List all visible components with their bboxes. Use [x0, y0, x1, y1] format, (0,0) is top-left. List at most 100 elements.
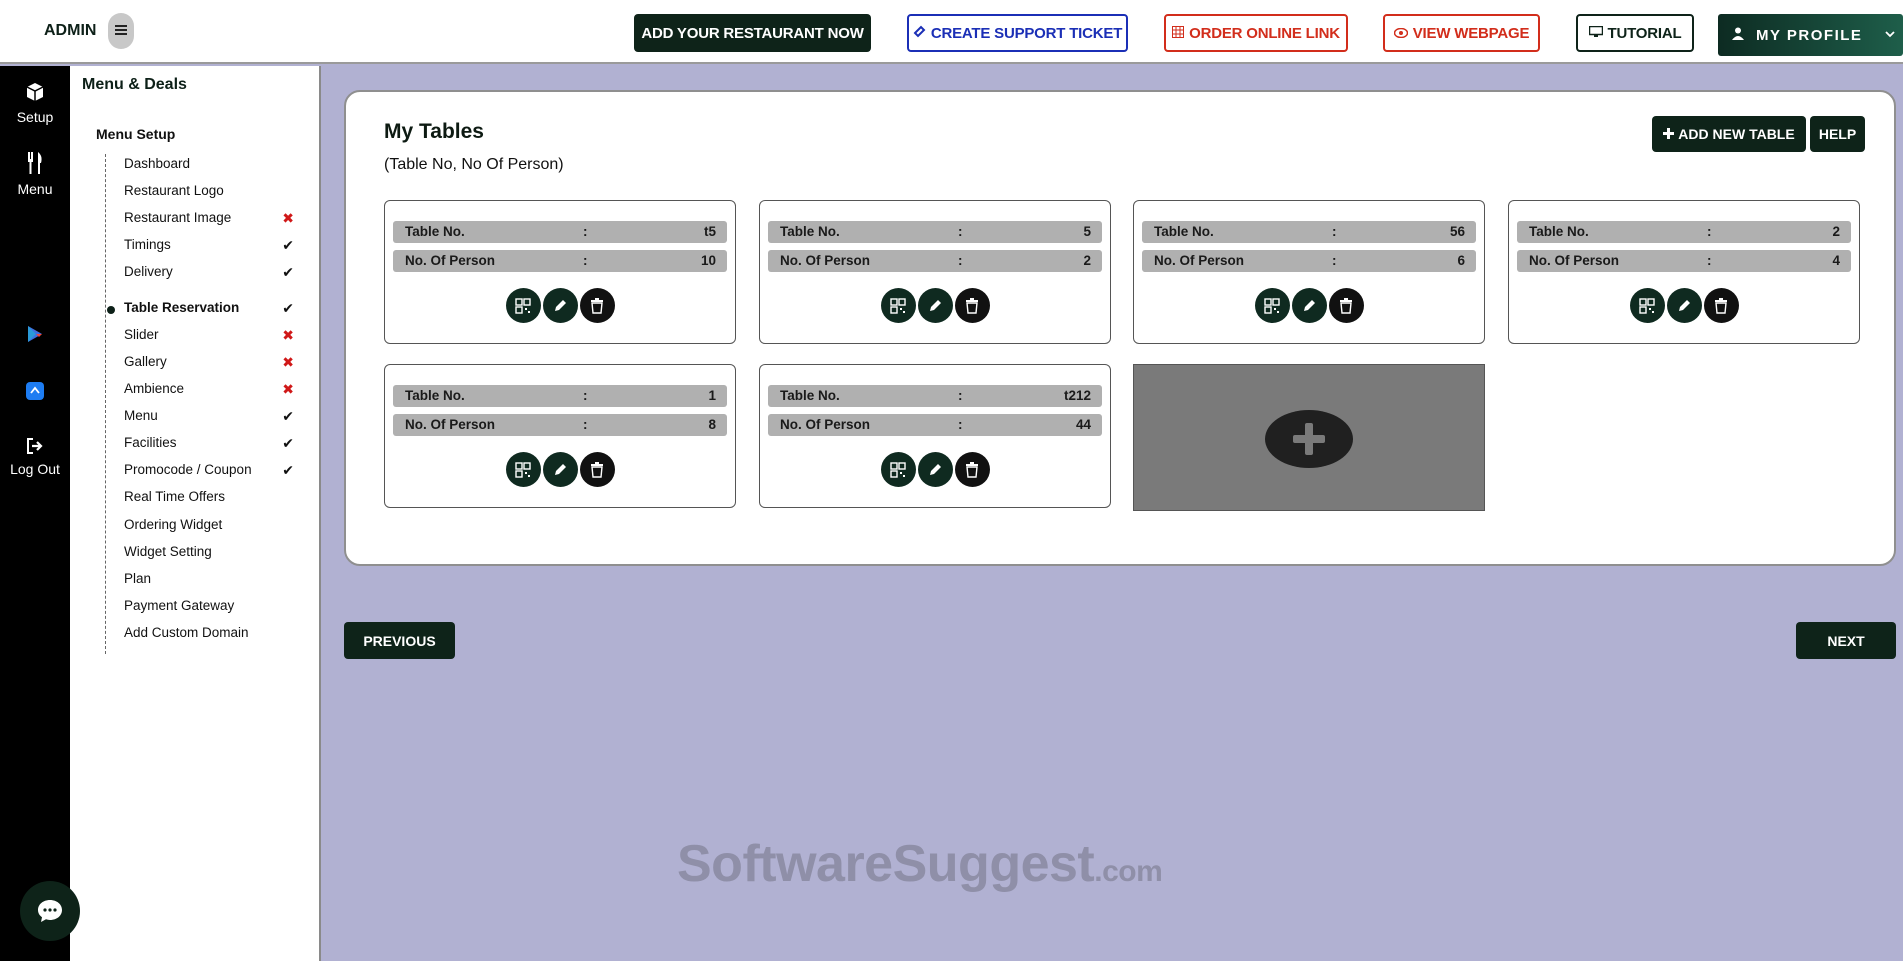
edit-button[interactable]: [1291, 288, 1327, 323]
separator: :: [1332, 253, 1337, 268]
separator: :: [583, 417, 588, 432]
sidebar-item-restaurant-image[interactable]: Restaurant Image ✖: [124, 208, 314, 228]
table-tile: Table No.: 56 No. Of Person: 6: [1133, 200, 1485, 344]
sidebar-item-label: Ordering Widget: [124, 517, 223, 532]
tile-actions: [385, 288, 735, 323]
hamburger-menu-button[interactable]: [108, 13, 134, 49]
sidebar-item-widget-setting[interactable]: Widget Setting: [124, 542, 314, 562]
sidebar-item-ordering-widget[interactable]: Ordering Widget: [124, 515, 314, 535]
view-webpage-button[interactable]: VIEW WEBPAGE: [1383, 14, 1540, 52]
chat-button[interactable]: [20, 881, 80, 941]
sidebar-title: Menu & Deals: [82, 76, 187, 93]
table-no-row: Table No.: 1: [393, 385, 727, 407]
persons-value: 4: [1832, 253, 1840, 268]
delete-button[interactable]: [1703, 288, 1739, 323]
delete-button[interactable]: [579, 452, 615, 487]
sidebar-item-ambience[interactable]: Ambience ✖: [124, 379, 314, 399]
tile-actions: [1509, 288, 1859, 323]
status-x-icon: ✖: [282, 210, 294, 226]
create-support-ticket-button[interactable]: CREATE SUPPORT TICKET: [907, 14, 1128, 52]
sidebar-item-label: Delivery: [124, 264, 173, 279]
separator: :: [583, 253, 588, 268]
sidebar-item-facilities[interactable]: Facilities ✔: [124, 433, 314, 453]
add-restaurant-label: ADD YOUR RESTAURANT NOW: [641, 24, 864, 42]
add-restaurant-button[interactable]: ADD YOUR RESTAURANT NOW: [634, 14, 871, 52]
qr-code-button[interactable]: [880, 452, 916, 487]
rail-setup[interactable]: Setup: [0, 82, 70, 125]
status-check-icon: ✔: [282, 264, 294, 280]
edit-button[interactable]: [917, 288, 953, 323]
qr-code-button[interactable]: [1254, 288, 1290, 323]
my-profile-button[interactable]: MY PROFILE: [1718, 14, 1903, 56]
sidebar-item-add-custom-domain[interactable]: Add Custom Domain: [124, 623, 314, 643]
sidebar-item-label: Menu: [124, 408, 158, 423]
qr-code-icon: [1264, 297, 1280, 314]
separator: :: [958, 253, 963, 268]
qr-code-button[interactable]: [1629, 288, 1665, 323]
trash-icon: [1340, 297, 1352, 314]
rail-logout[interactable]: Log Out: [0, 438, 70, 477]
edit-button[interactable]: [542, 288, 578, 323]
sidebar-item-plan[interactable]: Plan: [124, 569, 314, 589]
pencil-icon: [555, 463, 566, 475]
sidebar-section-title: Menu Setup: [96, 126, 176, 142]
next-button[interactable]: NEXT: [1796, 622, 1896, 659]
help-button[interactable]: HELP: [1810, 116, 1865, 152]
sidebar-item-gallery[interactable]: Gallery ✖: [124, 352, 314, 372]
sidebar-item-real-time-offers[interactable]: Real Time Offers: [124, 487, 314, 507]
support-ticket-label: CREATE SUPPORT TICKET: [930, 24, 1123, 42]
persons-label: No. Of Person: [405, 417, 496, 432]
monitor-icon: [1588, 25, 1603, 42]
qr-code-button[interactable]: [880, 288, 916, 323]
status-check-icon: ✔: [282, 300, 294, 316]
tutorial-button[interactable]: TUTORIAL: [1576, 14, 1694, 52]
sidebar-item-menu[interactable]: Menu ✔: [124, 406, 314, 426]
separator: :: [1332, 224, 1337, 239]
pencil-icon: [930, 463, 941, 475]
edit-button[interactable]: [542, 452, 578, 487]
sidebar-item-dashboard[interactable]: Dashboard: [124, 154, 314, 174]
separator: :: [1707, 253, 1712, 268]
delete-button[interactable]: [954, 452, 990, 487]
tile-actions: [760, 288, 1110, 323]
sidebar-item-promocode[interactable]: Promocode / Coupon ✔: [124, 460, 314, 480]
rail-menu[interactable]: Menu: [0, 152, 70, 197]
persons-label: No. Of Person: [1529, 253, 1620, 268]
persons-row: No. Of Person: 44: [768, 414, 1102, 436]
table-no-value: t5: [703, 224, 716, 239]
active-item-dot: [107, 306, 115, 314]
tile-actions: [760, 452, 1110, 487]
persons-label: No. Of Person: [1154, 253, 1245, 268]
plus-icon: [1293, 423, 1325, 455]
rail-app-store[interactable]: [0, 381, 70, 408]
sidebar-item-delivery[interactable]: Delivery ✔: [124, 262, 314, 282]
sidebar-item-label: Restaurant Logo: [124, 183, 224, 198]
persons-label: No. Of Person: [780, 253, 871, 268]
delete-button[interactable]: [954, 288, 990, 323]
sidebar-item-label: Dashboard: [124, 156, 191, 171]
order-online-link-button[interactable]: ORDER ONLINE LINK: [1164, 14, 1348, 52]
sidebar-item-restaurant-logo[interactable]: Restaurant Logo: [124, 181, 314, 201]
delete-button[interactable]: [579, 288, 615, 323]
qr-code-button[interactable]: [505, 452, 541, 487]
left-rail: Setup Menu Log Out: [0, 66, 70, 961]
sidebar-item-table-reservation[interactable]: Table Reservation ✔: [124, 298, 314, 318]
add-new-table-button[interactable]: ADD NEW TABLE: [1652, 116, 1806, 152]
previous-button[interactable]: PREVIOUS: [344, 622, 455, 659]
sidebar-item-timings[interactable]: Timings ✔: [124, 235, 314, 255]
edit-button[interactable]: [917, 452, 953, 487]
sidebar-item-slider[interactable]: Slider ✖: [124, 325, 314, 345]
sidebar-item-payment-gateway[interactable]: Payment Gateway: [124, 596, 314, 616]
edit-button[interactable]: [1666, 288, 1702, 323]
sidebar-item-label: Facilities: [124, 435, 177, 450]
add-table-plus-button[interactable]: [1265, 410, 1353, 468]
add-new-table-label: ADD NEW TABLE: [1678, 126, 1795, 142]
delete-button[interactable]: [1328, 288, 1364, 323]
persons-value: 2: [1083, 253, 1091, 268]
add-table-tile[interactable]: [1133, 364, 1485, 511]
trash-icon: [591, 297, 603, 314]
qr-code-button[interactable]: [505, 288, 541, 323]
tile-actions: [385, 452, 735, 487]
status-check-icon: ✔: [282, 237, 294, 253]
rail-play-store[interactable]: [0, 324, 70, 351]
